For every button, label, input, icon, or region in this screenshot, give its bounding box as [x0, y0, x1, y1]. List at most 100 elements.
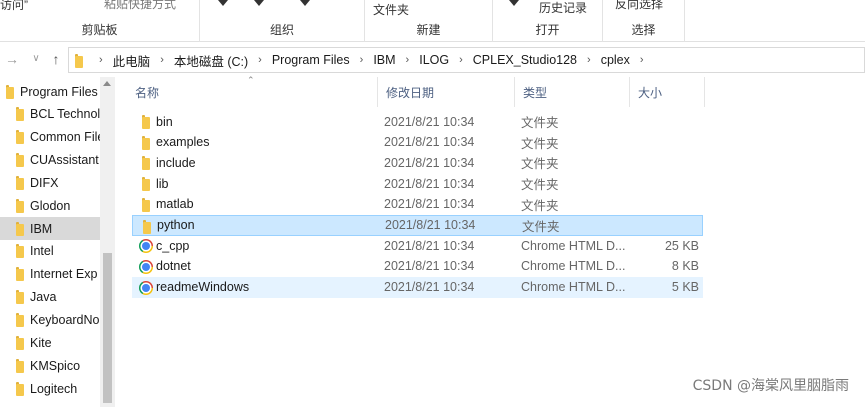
column-header-name[interactable]: 名称 ⌃ — [127, 75, 378, 107]
csdn-watermark: CSDN @海棠风里胭脂雨 — [692, 378, 849, 394]
tree-item[interactable]: IBM — [0, 217, 100, 241]
breadcrumb-separator-icon[interactable]: › — [400, 54, 416, 66]
tree-item[interactable]: Kite — [0, 331, 100, 354]
file-row[interactable]: include 2021/8/21 10:34 文件夹 — [132, 152, 703, 173]
file-row[interactable]: bin 2021/8/21 10:34 文件夹 — [132, 111, 703, 132]
folder-icon — [16, 244, 24, 259]
ribbon-group-title-select: 选择 — [631, 23, 656, 37]
column-header-type[interactable]: 类型 — [515, 77, 630, 107]
address-bar[interactable]: › 此电脑 › 本地磁盘 (C:) › Program Files › IBM … — [68, 47, 865, 73]
breadcrumb-separator-icon[interactable]: › — [252, 54, 268, 66]
breadcrumb: › 此电脑 › 本地磁盘 (C:) › Program Files › IBM … — [93, 48, 650, 72]
tree-item[interactable]: Logitech — [0, 377, 100, 400]
tree-item[interactable]: BCL Technol — [0, 103, 100, 126]
tree-item[interactable]: KeyboardNo — [0, 309, 100, 332]
ribbon-group-select: 反向选择 选择 — [603, 0, 685, 42]
back-arrow-icon[interactable]: → — [4, 51, 20, 67]
tree-item[interactable]: Internet Exp — [0, 263, 100, 286]
column-header-date[interactable]: 修改日期 — [378, 77, 515, 107]
file-name: lib — [156, 176, 169, 191]
folder-icon — [16, 358, 24, 373]
ribbon-group-clipboard: 访问” 粘贴快捷方式 剪贴板 — [0, 0, 200, 42]
scroll-up-arrow-icon[interactable] — [103, 81, 111, 86]
breadcrumb-local-disk[interactable]: 本地磁盘 (C:) — [170, 51, 252, 70]
tree-item-label: KMSpico — [30, 358, 81, 373]
quick-access-text: 访问” — [0, 0, 28, 12]
file-type: 文件夹 — [521, 178, 559, 193]
tree-item-label: KeyboardNo — [30, 313, 100, 327]
tree-item-label: Glodon — [30, 198, 71, 213]
file-row[interactable]: lib 2021/8/21 10:34 文件夹 — [132, 173, 703, 194]
file-type: 文件夹 — [522, 219, 560, 234]
breadcrumb-program-files[interactable]: Program Files — [268, 53, 354, 67]
tree-item[interactable]: CUAssistant — [0, 149, 100, 172]
recent-locations-chevron-icon[interactable]: ∨ — [28, 51, 44, 67]
file-date-modified: 2021/8/21 10:34 — [384, 155, 475, 170]
chrome-icon — [139, 239, 153, 254]
tree-item-label: Java — [30, 290, 57, 305]
breadcrumb-separator-icon[interactable]: › — [154, 54, 170, 66]
file-row[interactable]: examples 2021/8/21 10:34 文件夹 — [132, 132, 703, 153]
file-name: examples — [156, 135, 210, 150]
invert-selection-button[interactable]: 反向选择 — [615, 0, 663, 12]
tree-item[interactable]: Common File — [0, 126, 100, 149]
file-name: c_cpp — [156, 238, 190, 253]
breadcrumb-cplex-studio[interactable]: CPLEX_Studio128 — [469, 53, 581, 67]
file-date-modified: 2021/8/21 10:34 — [384, 197, 475, 212]
file-size: 25 KB — [664, 238, 699, 253]
file-row[interactable]: readmeWindows 2021/8/21 10:34 Chrome HTML … — [132, 276, 703, 298]
copy-to-dropdown-icon[interactable] — [254, 0, 264, 6]
ribbon-group-organize: 组织 — [200, 0, 365, 42]
new-folder-button[interactable]: 文件夹 — [373, 1, 409, 18]
file-type: 文件夹 — [521, 136, 559, 151]
file-name: include — [156, 155, 196, 170]
scrollbar-thumb[interactable] — [103, 253, 112, 403]
up-arrow-icon[interactable]: ↑ — [48, 51, 64, 67]
ribbon-group-title-open: 打开 — [535, 23, 560, 37]
address-folder-icon — [75, 54, 83, 68]
tree-item[interactable]: KMSpico — [0, 354, 100, 377]
delete-dropdown-icon[interactable] — [300, 0, 310, 6]
tree-item[interactable]: Glodon — [0, 194, 100, 217]
breadcrumb-separator-icon[interactable]: › — [634, 54, 650, 66]
column-header-date-label: 修改日期 — [386, 85, 435, 100]
file-date-modified: 2021/8/21 10:34 — [384, 176, 475, 191]
open-dropdown-icon[interactable] — [509, 0, 519, 6]
file-row[interactable]: c_cpp 2021/8/21 10:34 Chrome HTML D... 25 K… — [132, 235, 703, 256]
breadcrumb-separator-icon: › — [99, 54, 103, 66]
breadcrumb-ilog[interactable]: ILOG — [415, 53, 453, 67]
tree-item[interactable]: Program Files — [0, 80, 100, 103]
column-header-size[interactable]: 大小 — [630, 77, 705, 107]
history-button[interactable]: 历史记录 — [539, 0, 587, 16]
tree-item[interactable]: DIFX — [0, 171, 100, 194]
file-size: 5 KB — [671, 280, 699, 295]
ribbon-group-title-clipboard: 剪贴板 — [81, 23, 118, 37]
breadcrumb-separator-icon[interactable]: › — [581, 54, 597, 66]
tree-item-label: Kite — [30, 335, 52, 350]
breadcrumb-ibm[interactable]: IBM — [369, 53, 399, 67]
file-name: readmeWindows — [156, 280, 250, 295]
navigation-pane-scrollbar[interactable] — [100, 77, 115, 407]
ribbon-group-title-organize: 组织 — [269, 23, 294, 37]
chrome-icon — [139, 280, 153, 295]
tree-item-label: Internet Exp — [30, 267, 98, 282]
file-name: dotnet — [156, 259, 191, 274]
paste-shortcut-button[interactable]: 粘贴快捷方式 — [104, 0, 176, 12]
folder-icon — [16, 153, 24, 168]
file-row[interactable]: matlab 2021/8/21 10:34 文件夹 — [132, 194, 703, 215]
file-row[interactable]: dotnet 2021/8/21 10:34 Chrome HTML D... 8 K… — [132, 256, 703, 277]
tree-item[interactable]: Intel — [0, 240, 100, 263]
move-to-dropdown-icon[interactable] — [218, 0, 228, 6]
file-type: 文件夹 — [521, 116, 559, 130]
file-row[interactable]: python 2021/8/21 10:34 文件夹 — [132, 214, 703, 236]
file-name: python — [157, 218, 195, 232]
file-type: Chrome HTML D... — [521, 238, 626, 253]
breadcrumb-separator-icon[interactable]: › — [354, 54, 370, 66]
folder-icon — [16, 198, 24, 213]
tree-item[interactable]: Java — [0, 286, 100, 309]
file-date-modified: 2021/8/21 10:34 — [385, 218, 476, 232]
breadcrumb-separator-icon[interactable]: › — [453, 54, 469, 66]
breadcrumb-cplex[interactable]: cplex — [597, 53, 634, 67]
chrome-icon — [139, 259, 153, 274]
breadcrumb-this-pc[interactable]: 此电脑 — [109, 51, 155, 70]
